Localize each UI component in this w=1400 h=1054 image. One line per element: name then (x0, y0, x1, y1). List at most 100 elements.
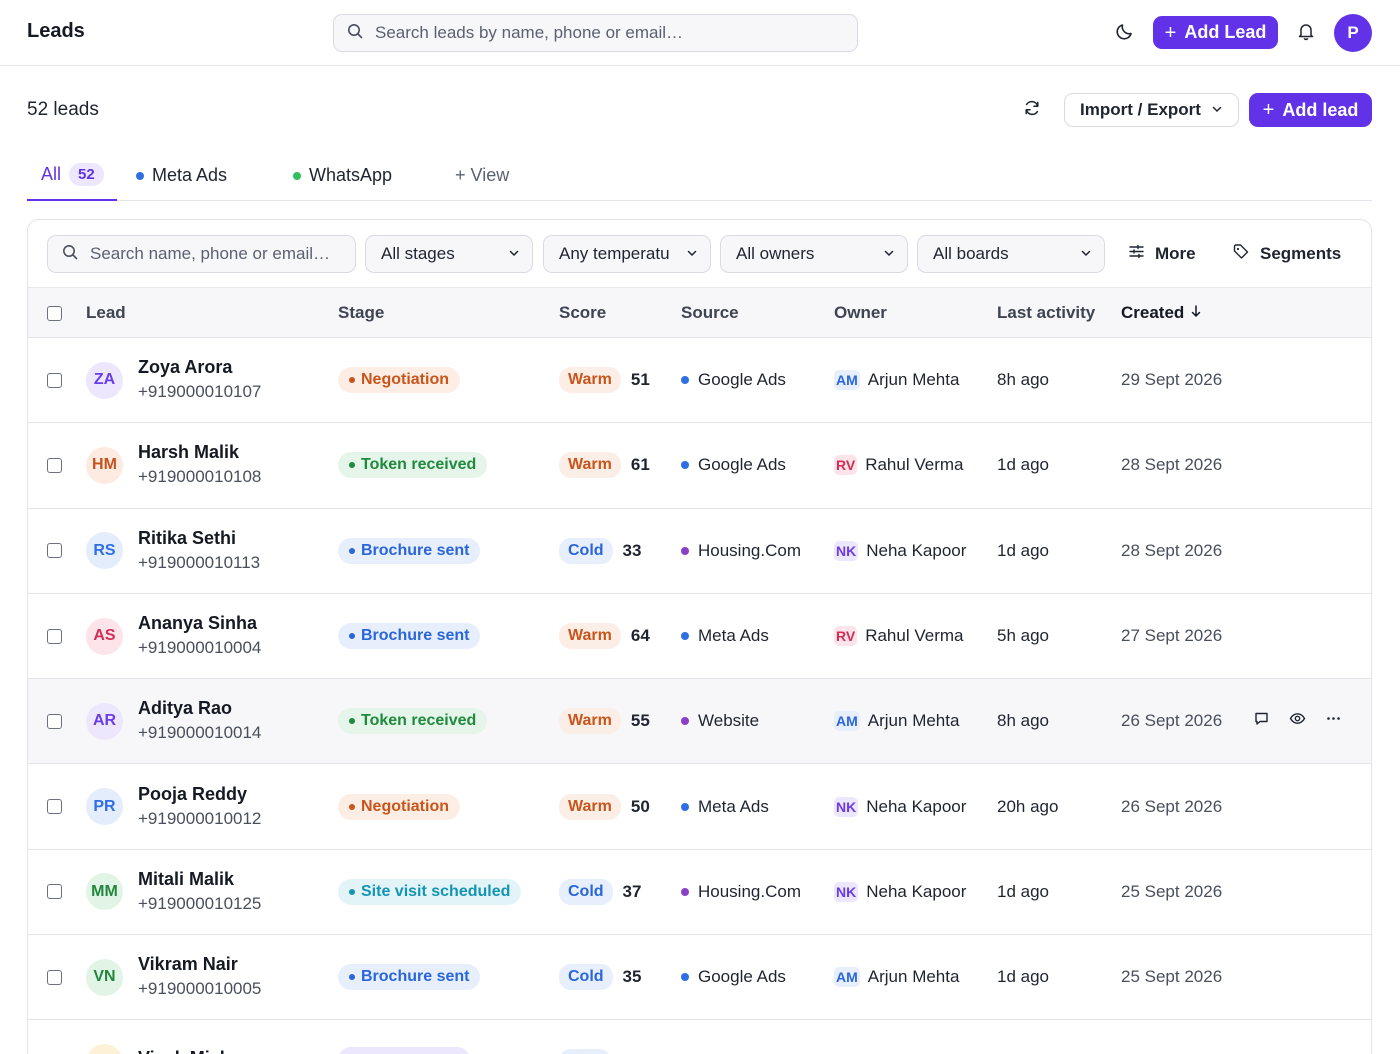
row-checkbox[interactable] (47, 1020, 62, 1054)
row-checkbox[interactable] (47, 935, 62, 1019)
checkbox[interactable] (47, 799, 62, 815)
add-lead-top-button[interactable]: + Add Lead (1153, 16, 1278, 49)
add-view-button[interactable]: + View (455, 150, 509, 201)
owner-filter-value: All owners (736, 244, 815, 263)
tab-whatsapp[interactable]: WhatsApp (293, 150, 392, 201)
table-row[interactable]: VM Vivek Mishra (28, 1020, 1371, 1054)
tab-meta-ads-label: Meta Ads (152, 165, 228, 185)
avatar-cell: PR (86, 764, 123, 848)
lead-name[interactable]: Pooja Reddy (138, 782, 247, 806)
checkbox[interactable] (47, 628, 62, 644)
lead-cell[interactable]: Pooja Reddy +919000010012 (138, 764, 261, 848)
bell-icon (1296, 21, 1316, 46)
source-cell: Meta Ads (681, 594, 769, 678)
table-row[interactable]: HM Harsh Malik +919000010108 Token received… (28, 423, 1371, 509)
stage-badge[interactable]: Brochure sent (338, 623, 481, 650)
stage-badge[interactable]: Negotiation (338, 367, 460, 394)
lead-cell[interactable]: Vikram Nair +919000010005 (138, 935, 261, 1019)
stage-badge[interactable]: Negotiation (338, 793, 460, 820)
tab-all[interactable]: All 52 (27, 150, 117, 201)
table-row[interactable]: MM Mitali Malik +919000010125 Site visit sc… (28, 849, 1371, 936)
comment-icon[interactable] (1253, 710, 1270, 732)
select-all-checkbox[interactable] (47, 288, 62, 338)
source-dot (681, 376, 689, 385)
lead-name[interactable]: Vikram Nair (138, 952, 238, 976)
source-cell: Meta Ads (681, 764, 769, 848)
more-filters-button[interactable]: More (1128, 235, 1196, 273)
table-search[interactable] (47, 235, 356, 273)
import-export-button[interactable]: Import / Export (1064, 93, 1239, 127)
avatar-cell: AS (86, 594, 123, 678)
source-label: Website (698, 711, 760, 731)
stage-badge[interactable]: Token received (338, 452, 488, 479)
column-source[interactable]: Source (681, 288, 739, 338)
board-filter[interactable]: All boards (917, 235, 1105, 273)
temperature-badge: Cold (559, 537, 613, 564)
lead-name[interactable]: Harsh Malik (138, 440, 239, 464)
owner-filter[interactable]: All owners (720, 235, 908, 273)
dark-mode-toggle[interactable] (1110, 18, 1140, 48)
stage-badge[interactable]: Token received (338, 708, 488, 735)
row-checkbox[interactable] (47, 509, 62, 593)
stage-filter[interactable]: All stages (365, 235, 533, 273)
checkbox[interactable] (47, 372, 62, 388)
stage-badge[interactable]: Brochure sent (338, 964, 481, 991)
lead-name[interactable]: Aditya Rao (138, 696, 232, 720)
column-created[interactable]: Created (1121, 288, 1202, 338)
temperature-filter[interactable]: Any temperatu (543, 235, 711, 273)
lead-name[interactable]: Zoya Arora (138, 355, 232, 379)
score-cell: Warm 55 (559, 679, 650, 763)
table-row[interactable]: VN Vikram Nair +919000010005 Brochure sent C… (28, 935, 1371, 1021)
stage-badge[interactable] (338, 1047, 470, 1054)
column-owner[interactable]: Owner (834, 288, 887, 338)
table-row[interactable]: AR Aditya Rao +919000010014 Token received W… (28, 679, 1371, 765)
eye-icon[interactable] (1289, 710, 1306, 732)
table-row[interactable]: PR Pooja Reddy +919000010012 Negotiation War… (28, 764, 1371, 850)
row-checkbox[interactable] (47, 338, 62, 422)
notifications-button[interactable] (1291, 18, 1321, 48)
row-checkbox[interactable] (47, 850, 62, 934)
avatar-cell: RS (86, 509, 123, 593)
segments-button[interactable]: Segments (1232, 235, 1341, 273)
table-row[interactable]: AS Ananya Sinha +919000010004 Brochure sent… (28, 593, 1371, 680)
column-score[interactable]: Score (559, 288, 606, 338)
lead-cell[interactable]: Mitali Malik +919000010125 (138, 850, 261, 934)
checkbox[interactable] (47, 969, 62, 985)
user-avatar[interactable]: P (1334, 14, 1372, 52)
owner-cell: AM Arjun Mehta (834, 679, 959, 763)
lead-cell[interactable]: Ritika Sethi +919000010113 (138, 509, 260, 593)
lead-cell[interactable]: Ananya Sinha +919000010004 (138, 594, 261, 678)
global-search-input[interactable] (375, 23, 835, 43)
lead-name[interactable]: Ritika Sethi (138, 526, 236, 550)
add-lead-button[interactable]: + Add lead (1249, 93, 1372, 127)
table-row[interactable]: RS Ritika Sethi +919000010113 Brochure sent… (28, 508, 1371, 594)
lead-name[interactable]: Vivek Mishra (138, 1046, 248, 1054)
checkbox[interactable] (47, 884, 62, 900)
column-last-activity[interactable]: Last activity (997, 288, 1095, 338)
table-search-input[interactable] (90, 244, 340, 264)
lead-cell[interactable]: Harsh Malik +919000010108 (138, 423, 261, 507)
row-checkbox[interactable] (47, 764, 62, 848)
row-checkbox[interactable] (47, 594, 62, 678)
column-stage[interactable]: Stage (338, 288, 384, 338)
checkbox[interactable] (47, 457, 62, 473)
refresh-button[interactable] (1017, 95, 1047, 125)
lead-cell[interactable]: Aditya Rao +919000010014 (138, 679, 261, 763)
owner-initials: RV (834, 455, 858, 476)
stage-badge[interactable]: Site visit scheduled (338, 878, 522, 905)
more-icon[interactable] (1325, 710, 1342, 732)
row-checkbox[interactable] (47, 423, 62, 507)
column-lead[interactable]: Lead (86, 288, 126, 338)
lead-cell[interactable]: Zoya Arora +919000010107 (138, 338, 261, 422)
tab-meta-ads[interactable]: Meta Ads (136, 150, 227, 201)
row-checkbox[interactable] (47, 679, 62, 763)
lead-count: 52 leads (27, 99, 99, 120)
lead-name[interactable]: Mitali Malik (138, 867, 234, 891)
table-row[interactable]: ZA Zoya Arora +919000010107 Negotiation Warm… (28, 338, 1371, 424)
checkbox[interactable] (47, 713, 62, 729)
lead-cell[interactable]: Vivek Mishra (138, 1020, 248, 1054)
stage-badge[interactable]: Brochure sent (338, 537, 481, 564)
checkbox[interactable] (47, 543, 62, 559)
lead-name[interactable]: Ananya Sinha (138, 611, 257, 635)
global-search[interactable] (333, 14, 858, 52)
